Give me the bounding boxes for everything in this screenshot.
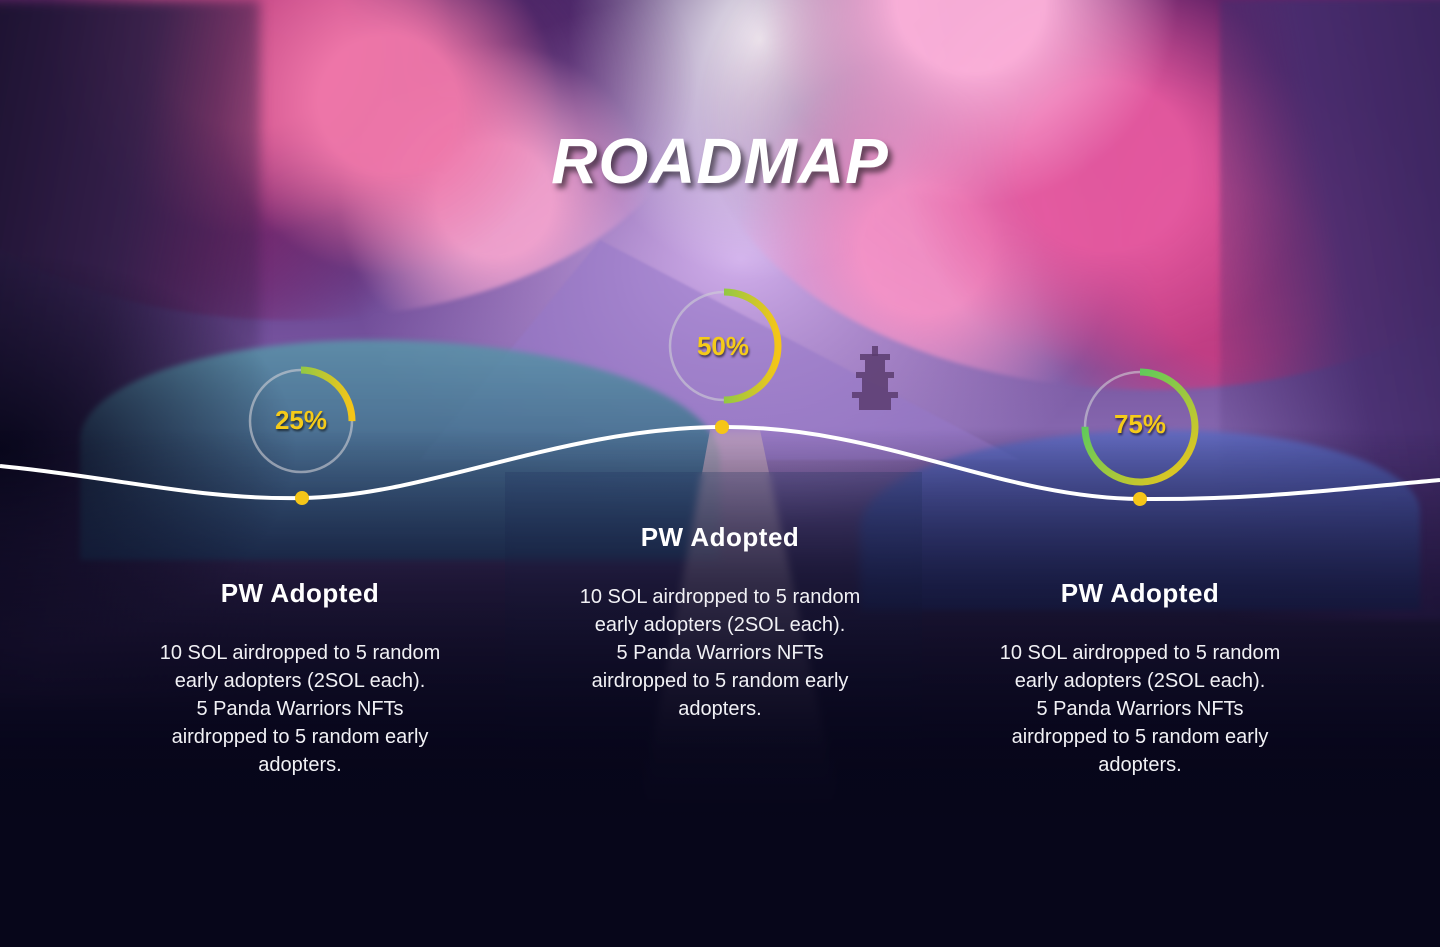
milestone-card-1: PW Adopted 10 SOL airdropped to 5 random…	[130, 578, 470, 779]
milestone-description: 10 SOL airdropped to 5 random early adop…	[579, 586, 861, 720]
timeline-marker-dot	[1133, 492, 1147, 506]
progress-label-50: 50%	[696, 331, 750, 361]
progress-label-75: 75%	[1113, 409, 1167, 439]
milestone-description: 10 SOL airdropped to 5 random early adop…	[159, 642, 441, 776]
milestone-heading: PW Adopted	[220, 578, 380, 608]
timeline-marker-dot	[715, 420, 729, 434]
progress-label-25: 25%	[274, 405, 328, 435]
milestone-description: 10 SOL airdropped to 5 random early adop…	[999, 642, 1281, 776]
milestone-card-3: PW Adopted 10 SOL airdropped to 5 random…	[970, 578, 1310, 779]
milestone-card-2: PW Adopted 10 SOL airdropped to 5 random…	[550, 522, 890, 723]
roadmap-timeline	[0, 288, 1440, 506]
milestone-heading: PW Adopted	[640, 522, 800, 552]
timeline-curve	[0, 424, 1440, 502]
timeline-marker-dot	[295, 491, 309, 505]
milestone-heading: PW Adopted	[1060, 578, 1220, 608]
